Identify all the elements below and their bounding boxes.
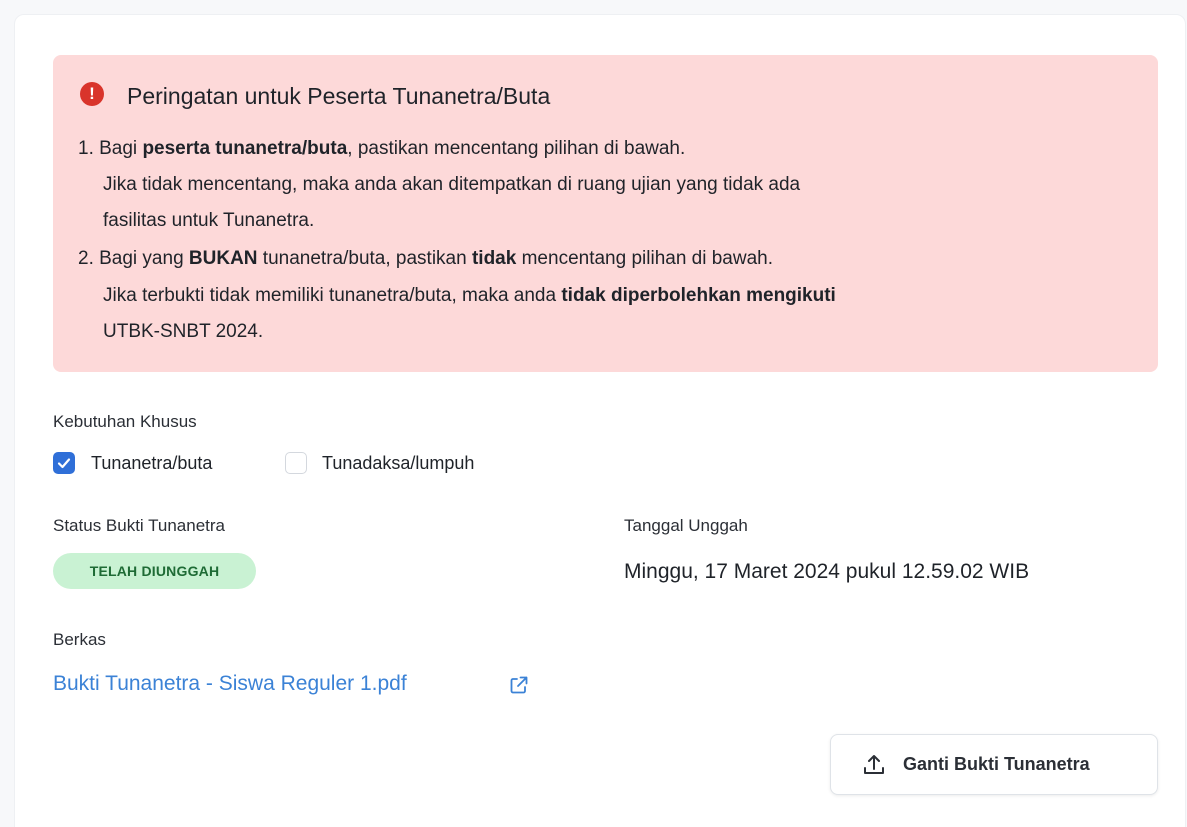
external-link-icon[interactable] bbox=[508, 674, 530, 696]
proof-status-label: Status Bukti Tunanetra bbox=[53, 516, 225, 535]
upload-date-value: Minggu, 17 Maret 2024 pukul 12.59.02 WIB bbox=[624, 560, 1030, 583]
alert-item-2-line-3: UTBK-SNBT 2024. bbox=[103, 321, 264, 342]
upload-date-label: Tanggal Unggah bbox=[624, 516, 748, 535]
file-label: Berkas bbox=[53, 630, 106, 649]
alert-item-2-line-1: 2. Bagi yang BUKAN tunanetra/buta, pasti… bbox=[78, 248, 774, 269]
alert-item-1-line-3: fasilitas untuk Tunanetra. bbox=[103, 210, 315, 231]
replace-proof-button-label: Ganti Bukti Tunanetra bbox=[903, 754, 1090, 774]
checkbox-tunadaksa-label[interactable]: Tunadaksa/lumpuh bbox=[322, 453, 474, 474]
replace-proof-button[interactable]: Ganti Bukti Tunanetra bbox=[830, 734, 1158, 795]
alert-item-2-line-2: Jika terbukti tidak memiliki tunanetra/b… bbox=[103, 285, 836, 306]
exclamation-circle-icon: ! bbox=[80, 82, 104, 106]
special-needs-label: Kebutuhan Khusus bbox=[53, 412, 197, 431]
alert-item-1-line-2: Jika tidak mencentang, maka anda akan di… bbox=[103, 174, 801, 195]
checkbox-tunanetra-label[interactable]: Tunanetra/buta bbox=[91, 453, 212, 474]
alert-title: Peringatan untuk Peserta Tunanetra/Buta bbox=[127, 83, 551, 109]
check-icon bbox=[57, 458, 71, 469]
alert-item-1-line-1: 1. Bagi peserta tunanetra/buta, pastikan… bbox=[78, 138, 686, 159]
status-badge: TELAH DIUNGGAH bbox=[53, 553, 256, 589]
checkbox-tunadaksa[interactable] bbox=[285, 452, 307, 474]
checkbox-tunanetra[interactable] bbox=[53, 452, 75, 474]
upload-icon bbox=[864, 755, 884, 774]
file-link[interactable]: Bukti Tunanetra - Siswa Reguler 1.pdf bbox=[53, 672, 407, 696]
